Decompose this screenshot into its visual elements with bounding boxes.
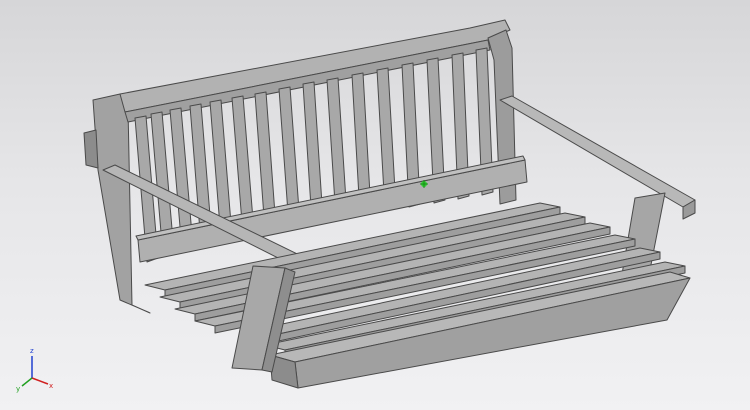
y-axis-icon (21, 377, 33, 387)
x-axis-icon (31, 377, 49, 385)
3d-viewport[interactable]: z x y (0, 0, 750, 410)
bench-model[interactable] (0, 0, 750, 410)
x-axis-label: x (49, 382, 53, 390)
origin-marker (419, 176, 429, 188)
z-axis-label: z (30, 347, 34, 355)
left-rear-post-side[interactable] (83, 129, 99, 169)
right-armrest[interactable] (499, 95, 696, 208)
y-axis-label: y (16, 385, 20, 393)
axis-triad[interactable]: z x y (14, 344, 58, 394)
